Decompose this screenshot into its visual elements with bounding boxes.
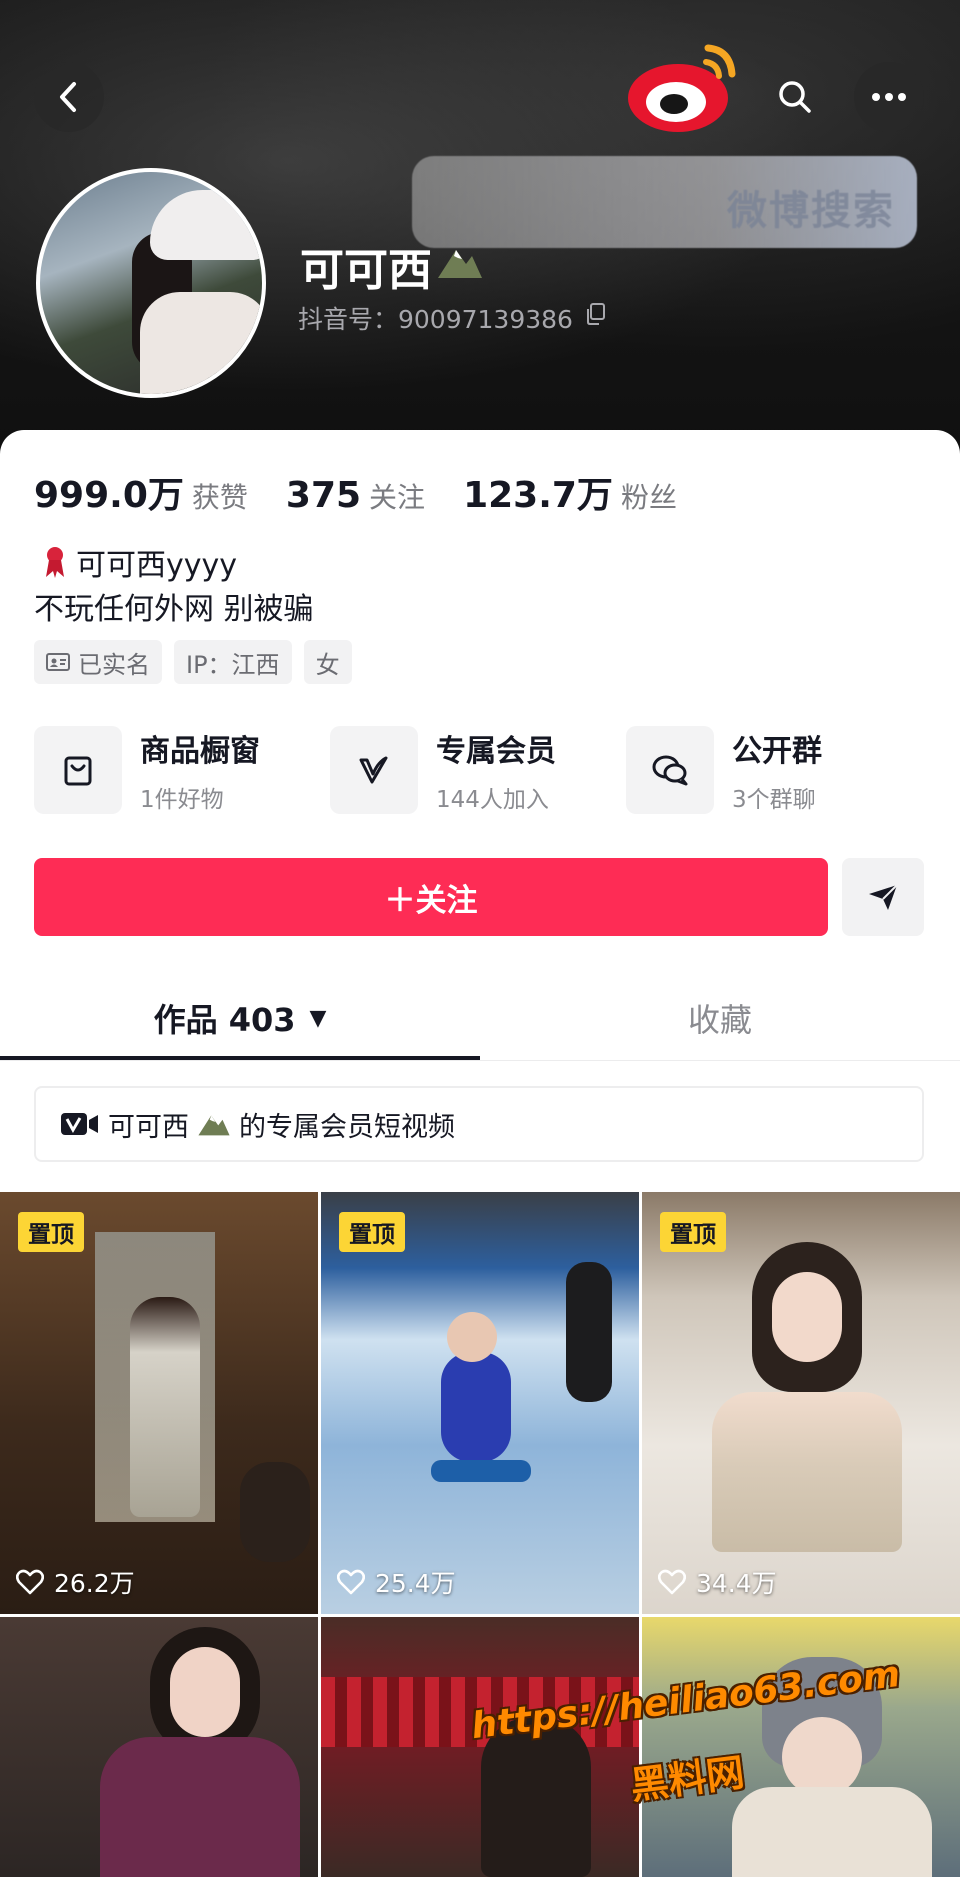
profile-tags: 已实名 IP：江西 女 bbox=[34, 640, 364, 684]
tag-gender: 女 bbox=[303, 640, 352, 684]
chat-bubble-icon bbox=[652, 755, 688, 786]
tab-favorites[interactable]: 收藏 bbox=[480, 976, 960, 1060]
feature-membership[interactable]: 专属会员 144人加入 bbox=[330, 726, 626, 814]
video-tile[interactable]: 置顶 25.4万 bbox=[321, 1192, 639, 1614]
search-icon bbox=[779, 81, 811, 113]
tab-works[interactable]: 作品 403 ▼ bbox=[0, 976, 480, 1060]
feature-entries: 商品橱窗 1件好物 专属会员 144人加入 公开群 3个群聊 bbox=[34, 726, 934, 814]
like-count: 34.4万 bbox=[658, 1564, 777, 1600]
more-dots-icon bbox=[872, 93, 906, 101]
weibo-search-overlay: 微博搜索 bbox=[412, 156, 917, 248]
pinned-badge: 置顶 bbox=[660, 1212, 726, 1252]
id-card-icon bbox=[46, 653, 70, 671]
bio-line-2: 不玩任何外网 别被骗 bbox=[34, 592, 314, 627]
vip-v-icon bbox=[359, 756, 388, 784]
bio-line-1: 可可西yyyy bbox=[44, 540, 237, 584]
share-button[interactable] bbox=[842, 858, 924, 936]
bag-icon bbox=[64, 756, 92, 786]
more-options-button[interactable] bbox=[854, 62, 924, 132]
send-icon bbox=[869, 884, 898, 910]
follow-button[interactable]: ＋关注 bbox=[34, 858, 828, 936]
video-tile[interactable]: 置顶 34.4万 bbox=[642, 1192, 960, 1614]
ribbon-icon bbox=[46, 547, 64, 578]
weibo-search-label: 微博搜索 bbox=[727, 188, 895, 234]
heart-icon bbox=[658, 1569, 686, 1595]
mountain-badge-icon bbox=[198, 1115, 230, 1136]
stat-likes[interactable]: 999.0万 获赞 bbox=[34, 466, 248, 518]
feature-shop-window[interactable]: 商品橱窗 1件好物 bbox=[34, 726, 330, 814]
back-button[interactable] bbox=[34, 62, 104, 132]
douyin-id: 抖音号：90097139386 bbox=[298, 305, 573, 334]
caret-down-icon: ▼ bbox=[309, 1005, 327, 1031]
back-arrow-icon bbox=[60, 82, 76, 112]
stats-row: 999.0万 获赞 375 关注 123.7万 粉丝 bbox=[34, 466, 715, 518]
stat-followers[interactable]: 123.7万 粉丝 bbox=[463, 466, 677, 518]
stat-following[interactable]: 375 关注 bbox=[286, 475, 425, 516]
search-button[interactable] bbox=[760, 62, 830, 132]
content-tabs: 作品 403 ▼ 收藏 bbox=[0, 976, 960, 1060]
mountain-badge-icon bbox=[438, 250, 482, 278]
video-tile[interactable]: 置顶 26.2万 bbox=[0, 1192, 318, 1614]
like-count: 26.2万 bbox=[16, 1564, 135, 1600]
weibo-logo-icon bbox=[628, 44, 736, 132]
profile-header: 微博搜索 可可西 抖音号：90097139386 bbox=[0, 0, 960, 460]
video-tile[interactable] bbox=[0, 1617, 318, 1877]
vip-video-icon bbox=[61, 1113, 98, 1135]
tab-divider bbox=[0, 1060, 960, 1061]
heart-icon bbox=[16, 1569, 44, 1595]
avatar[interactable] bbox=[36, 168, 266, 398]
pinned-badge: 置顶 bbox=[339, 1212, 405, 1252]
tag-ip-location: IP：江西 bbox=[174, 640, 292, 684]
vip-video-banner[interactable]: 可可西 的专属会员短视频 bbox=[34, 1086, 924, 1162]
video-tile[interactable] bbox=[321, 1617, 639, 1877]
nickname: 可可西 bbox=[300, 245, 432, 296]
feature-public-group[interactable]: 公开群 3个群聊 bbox=[626, 726, 922, 814]
like-count: 25.4万 bbox=[337, 1564, 456, 1600]
tag-verified: 已实名 bbox=[34, 640, 162, 684]
heart-icon bbox=[337, 1569, 365, 1595]
pinned-badge: 置顶 bbox=[18, 1212, 84, 1252]
copy-icon[interactable] bbox=[585, 302, 607, 326]
